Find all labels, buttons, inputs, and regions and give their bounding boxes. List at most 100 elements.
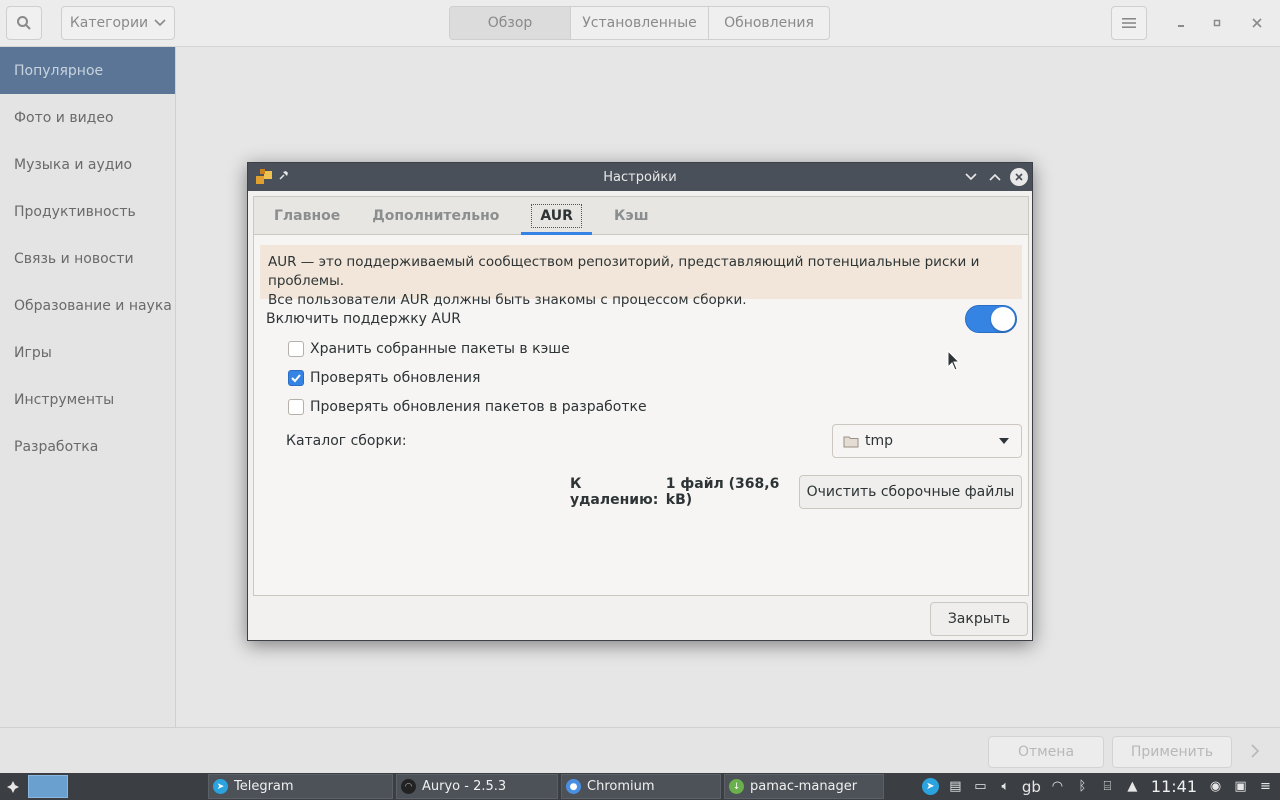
- settings-tabs: Главное Дополнительно AUR Кэш: [254, 197, 1028, 235]
- folder-icon: [843, 436, 859, 447]
- maximize-icon: [1213, 19, 1221, 27]
- close-icon: [1252, 18, 1262, 28]
- volume-icon[interactable]: 🔈︎: [997, 778, 1014, 795]
- pamac-icon: ↓: [729, 779, 744, 794]
- keyboard-layout-indicator[interactable]: gb: [1022, 778, 1041, 796]
- task-chromium[interactable]: ● Chromium: [561, 774, 721, 799]
- dialog-minimize-button[interactable]: [962, 168, 980, 186]
- sidebar-item-tools[interactable]: Инструменты: [0, 376, 175, 423]
- cpu-icon[interactable]: ▣: [1232, 778, 1249, 795]
- hamburger-icon: [1122, 18, 1136, 28]
- sidebar-item-development[interactable]: Разработка: [0, 423, 175, 470]
- power-icon[interactable]: ◉: [1207, 778, 1224, 795]
- sidebar-item-education[interactable]: Образование и наука: [0, 282, 175, 329]
- wifi-icon[interactable]: ◠: [1049, 778, 1066, 795]
- pamac-app-icon: [256, 169, 272, 184]
- taskbar-spacer: [68, 773, 218, 800]
- maximize-button[interactable]: [1206, 12, 1228, 34]
- app-menu-button[interactable]: [0, 773, 26, 800]
- pin-icon[interactable]: [278, 169, 292, 183]
- enable-aur-switch[interactable]: [965, 305, 1017, 333]
- task-auryo[interactable]: ◠ Auryo - 2.5.3: [396, 774, 558, 799]
- minimize-button[interactable]: [1170, 12, 1192, 34]
- sidebar-item-photo-video[interactable]: Фото и видео: [0, 94, 175, 141]
- dropdown-arrow-icon: [999, 438, 1009, 444]
- taskbar: ➤ Telegram ◠ Auryo - 2.5.3 ● Chromium ↓ …: [0, 773, 1280, 800]
- chevron-down-icon: [154, 19, 166, 27]
- bluetooth-icon[interactable]: ᛒ: [1074, 778, 1091, 795]
- menu-button[interactable]: [1111, 6, 1147, 40]
- sidebar-item-games[interactable]: Игры: [0, 329, 175, 376]
- info-text-line1: AUR — это поддерживаемый сообществом реп…: [268, 254, 980, 289]
- search-button[interactable]: [6, 6, 42, 40]
- build-dir-value: tmp: [865, 433, 894, 449]
- telegram-icon: ➤: [213, 779, 228, 794]
- tab-cache-label: Кэш: [613, 207, 649, 224]
- tab-advanced[interactable]: Дополнительно: [362, 197, 509, 234]
- tab-general[interactable]: Главное: [264, 197, 350, 234]
- build-dir-chooser[interactable]: tmp: [832, 424, 1022, 458]
- categories-button[interactable]: Категории: [61, 6, 175, 40]
- auryo-icon: ◠: [401, 779, 416, 794]
- dialog-title: Настройки: [603, 169, 677, 185]
- dialog-maximize-button[interactable]: [986, 168, 1004, 186]
- sidebar-item-music-audio[interactable]: Музыка и аудио: [0, 141, 175, 188]
- build-dir-label: Каталог сборки:: [286, 433, 407, 449]
- dialog-close-button[interactable]: [1010, 168, 1028, 186]
- cancel-button[interactable]: Отмена: [988, 736, 1104, 768]
- tab-general-label: Главное: [274, 207, 341, 224]
- sidebar-item-popular[interactable]: Популярное: [0, 47, 175, 94]
- aur-warning-infobar: AUR — это поддерживаемый сообществом реп…: [260, 245, 1022, 308]
- settings-notebook: Главное Дополнительно AUR Кэш AUR — это …: [253, 196, 1029, 596]
- tab-advanced-label: Дополнительно: [372, 207, 500, 224]
- to-remove-value: 1 файл (368,6 kB): [665, 476, 780, 508]
- sidebar-item-communication[interactable]: Связь и новости: [0, 235, 175, 282]
- usb-icon[interactable]: ⌸: [1099, 778, 1116, 795]
- mouse-cursor-icon: [947, 350, 961, 371]
- option-check-updates[interactable]: Проверять обновления: [288, 368, 480, 388]
- tab-browse[interactable]: Обзор: [449, 6, 571, 40]
- close-window-button[interactable]: [1246, 12, 1268, 34]
- app-launcher-icon: [7, 780, 19, 793]
- desktop-pager[interactable]: [28, 775, 68, 798]
- tab-updates[interactable]: Обновления: [709, 6, 830, 40]
- search-icon: [17, 16, 31, 30]
- tab-installed[interactable]: Установленные: [571, 6, 709, 40]
- keep-built-packages-checkbox[interactable]: [288, 341, 304, 357]
- check-updates-checkbox[interactable]: [288, 370, 304, 386]
- task-telegram[interactable]: ➤ Telegram: [208, 774, 393, 799]
- tab-cache[interactable]: Кэш: [604, 197, 659, 234]
- check-devel-updates-checkbox[interactable]: [288, 399, 304, 415]
- task-auryo-label: Auryo - 2.5.3: [422, 779, 507, 794]
- close-button[interactable]: Закрыть: [930, 602, 1028, 636]
- apply-button[interactable]: Применить: [1112, 736, 1232, 768]
- chevron-down-icon: [965, 173, 977, 181]
- tab-aur-label: AUR: [531, 203, 582, 228]
- clipboard-icon[interactable]: ▤: [947, 778, 964, 795]
- system-tray: ➤ ▤ ▭ 🔈︎ gb ◠ ᛒ ⌸ ▲ 11:41 ◉ ▣ ≡: [921, 773, 1280, 800]
- clock[interactable]: 11:41: [1151, 777, 1197, 796]
- battery-icon[interactable]: ▭: [972, 778, 989, 795]
- chevron-right-icon[interactable]: [1250, 744, 1260, 758]
- task-telegram-label: Telegram: [234, 779, 294, 794]
- switch-knob: [991, 307, 1015, 331]
- task-pamac-manager[interactable]: ↓ pamac-manager: [724, 774, 884, 799]
- check-updates-label: Проверять обновления: [310, 370, 481, 386]
- option-keep-built-packages[interactable]: Хранить собранные пакеты в кэше: [288, 339, 570, 359]
- keep-built-packages-label: Хранить собранные пакеты в кэше: [310, 341, 570, 357]
- tab-aur[interactable]: AUR: [521, 197, 592, 235]
- telegram-tray-icon[interactable]: ➤: [921, 778, 939, 795]
- categories-label: Категории: [69, 15, 149, 31]
- menu-icon[interactable]: ≡: [1257, 778, 1274, 795]
- close-icon: [1015, 173, 1023, 181]
- to-remove-summary: К удалению: 1 файл (368,6 kB): [570, 475, 790, 509]
- tray-expand-icon[interactable]: ▲: [1124, 778, 1141, 795]
- task-chromium-label: Chromium: [587, 779, 655, 794]
- sidebar-item-productivity[interactable]: Продуктивность: [0, 188, 175, 235]
- option-check-devel-updates[interactable]: Проверять обновления пакетов в разработк…: [288, 397, 647, 417]
- dialog-titlebar: Настройки: [248, 163, 1032, 191]
- clean-build-files-button[interactable]: Очистить сборочные файлы: [799, 475, 1022, 509]
- view-switcher: Обзор Установленные Обновления: [449, 6, 830, 40]
- app-header: Категории Обзор Установленные Обновления: [0, 0, 1280, 47]
- preferences-dialog: Настройки Главное Дополнительно AUR Кэш …: [247, 162, 1033, 641]
